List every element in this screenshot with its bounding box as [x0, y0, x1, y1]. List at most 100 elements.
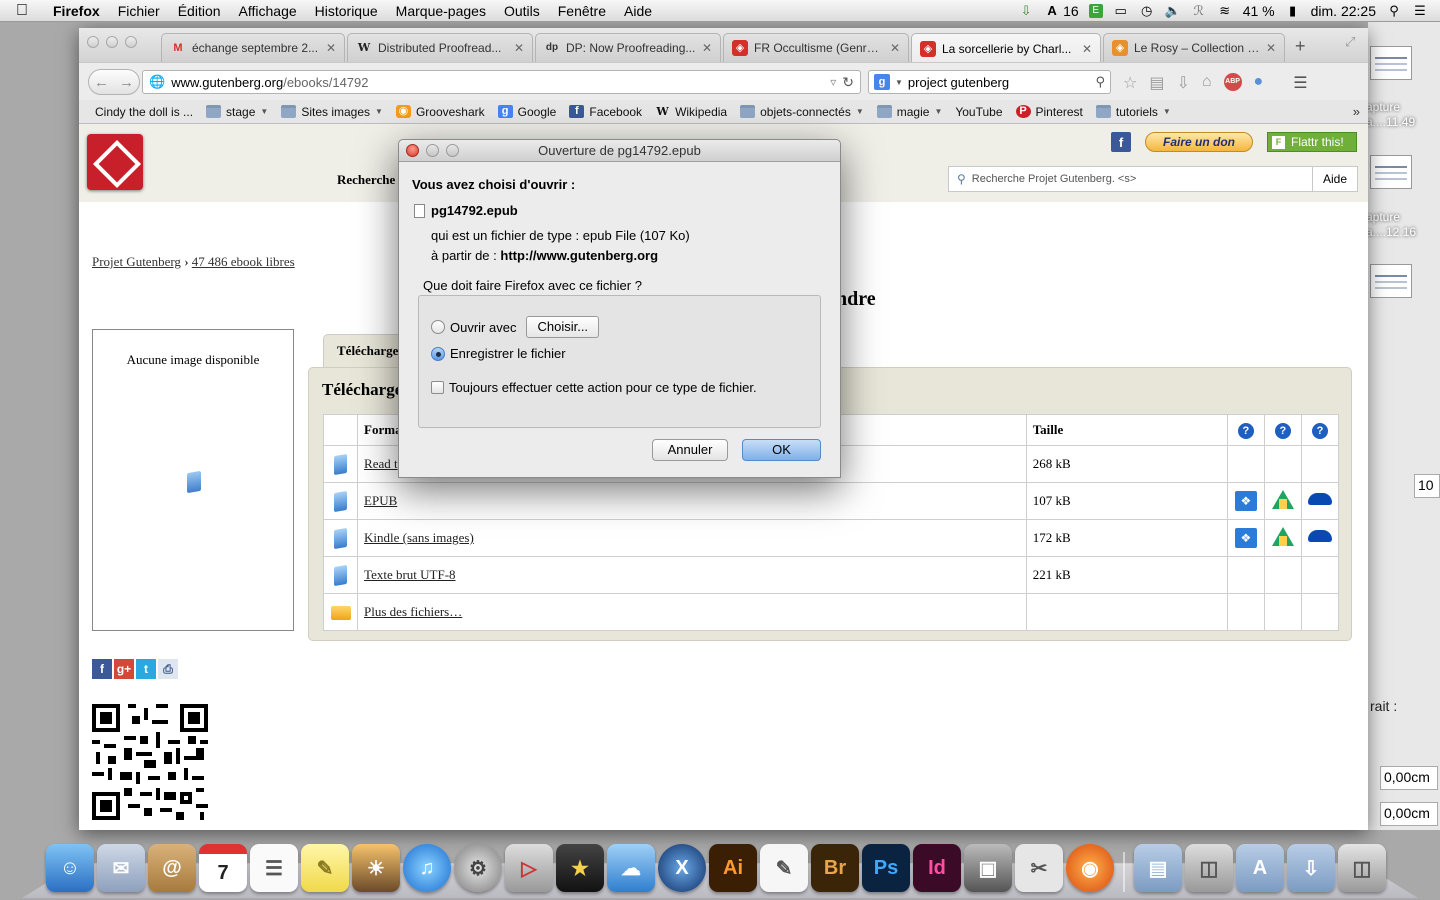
fullscreen-icon[interactable]: ⤢ — [1345, 34, 1355, 50]
onedrive-icon[interactable] — [1307, 493, 1332, 505]
bookmark-folder[interactable]: magie ▼ — [871, 105, 950, 119]
save-file-option[interactable]: Enregistrer le fichier — [431, 346, 566, 361]
site-search-input[interactable]: Recherche Projet Gutenberg. <s> — [972, 173, 1312, 185]
battery-icon[interactable]: ▮ — [1285, 4, 1301, 18]
format-link[interactable]: Texte brut UTF-8 — [364, 567, 456, 582]
always-do-option[interactable]: Toujours effectuer cette action pour ce … — [431, 380, 757, 395]
tab-dp-proofreading[interactable]: dp DP: Now Proofreading... ✕ — [535, 33, 721, 62]
battery-percent[interactable]: 41 % — [1243, 3, 1275, 19]
contacts-icon[interactable]: @ — [148, 844, 196, 892]
close-tab-icon[interactable]: ✕ — [890, 41, 900, 55]
tab-gmail[interactable]: M échange septembre 2... ✕ — [161, 33, 345, 62]
applications-icon[interactable]: A — [1236, 844, 1284, 892]
facebook-share-icon[interactable]: f — [92, 659, 112, 679]
close-tab-icon[interactable]: ✕ — [1266, 41, 1276, 55]
iphoto-icon[interactable]: ☀ — [352, 844, 400, 892]
screenshot-thumbnail[interactable] — [1370, 264, 1412, 298]
bookmark-item[interactable]: Cindy the doll is ... — [79, 105, 200, 209]
volume-icon[interactable]: 🔈 — [1165, 4, 1181, 18]
search-label[interactable]: Recherche — [337, 172, 395, 188]
downloads-icon[interactable]: ⇩ — [1176, 73, 1189, 93]
home-icon[interactable]: ⌂ — [1202, 73, 1212, 93]
donate-button[interactable]: Faire un don — [1145, 132, 1253, 152]
always-do-checkbox[interactable] — [431, 381, 444, 394]
open-with-option[interactable]: Ouvrir avec Choisir... — [431, 316, 600, 338]
menu-fichier[interactable]: Fichier — [109, 3, 169, 19]
breadcrumb-home-link[interactable]: Projet Gutenberg — [92, 254, 181, 269]
format-link[interactable]: EPUB — [364, 493, 397, 508]
url-bar[interactable]: 🌐 www.gutenberg.org/ebooks/14792 ▿ ↻ — [142, 70, 861, 94]
gutenberg-logo[interactable] — [87, 134, 143, 190]
new-tab-button[interactable]: + — [1295, 36, 1306, 57]
bridge-icon[interactable]: Br — [811, 844, 859, 892]
search-query[interactable]: project gutenberg — [908, 75, 1091, 90]
onedrive-icon[interactable] — [1307, 530, 1332, 542]
menu-fenetre[interactable]: Fenêtre — [549, 3, 615, 19]
indesign-icon[interactable]: Id — [913, 844, 961, 892]
help-icon[interactable]: ? — [1311, 422, 1328, 439]
close-tab-icon[interactable]: ✕ — [514, 41, 524, 55]
hamburger-menu-icon[interactable]: ☰ — [1293, 73, 1307, 93]
tab-la-sorcellerie[interactable]: ◈ La sorcellerie by Charl... ✕ — [911, 33, 1101, 63]
chevron-more-icon[interactable]: » — [1353, 104, 1360, 119]
measure-field[interactable]: 0,00cm — [1380, 802, 1438, 826]
back-button[interactable]: ← — [89, 74, 114, 91]
font-size-field[interactable]: 10 — [1414, 474, 1440, 498]
clock[interactable]: dim. 22:25 — [1311, 3, 1376, 19]
more-files-link[interactable]: Plus des fichiers… — [364, 604, 462, 619]
bookmark-folder[interactable]: stage ▼ — [200, 105, 275, 119]
dropbox-icon[interactable]: ❖ — [1234, 528, 1257, 548]
photoshop-icon[interactable]: Ps — [862, 844, 910, 892]
bookmark-item[interactable]: g Google — [492, 105, 564, 119]
openoffice-icon[interactable]: ☁ — [607, 844, 655, 892]
system-preferences-icon[interactable]: ⚙ — [454, 844, 502, 892]
bookmark-folder[interactable]: Sites images ▼ — [275, 105, 390, 119]
close-window-button[interactable] — [87, 36, 99, 48]
bookmark-item[interactable]: W Wikipedia — [649, 105, 734, 119]
google-search-engine-icon[interactable]: g — [874, 74, 890, 90]
notes-icon[interactable]: ✎ — [301, 844, 349, 892]
airplay-icon[interactable]: ▭ — [1113, 4, 1129, 18]
dropbox-icon[interactable]: ❖ — [1234, 491, 1257, 511]
bookmark-item[interactable]: YouTube — [79, 105, 1009, 209]
measure-field[interactable]: 0,00cm — [1380, 766, 1438, 790]
search-icon[interactable]: ⚲ — [1095, 74, 1105, 90]
google-drive-icon[interactable] — [1271, 489, 1294, 509]
ok-button[interactable]: OK — [742, 439, 821, 461]
open-with-radio[interactable] — [431, 320, 445, 334]
time-machine-icon[interactable]: ◷ — [1139, 4, 1155, 18]
facebook-icon[interactable]: f — [1111, 132, 1131, 152]
textedit-icon[interactable]: ✎ — [760, 844, 808, 892]
bookmark-folder[interactable]: objets-connectés ▼ — [734, 105, 871, 119]
google-plus-icon[interactable]: g+ — [114, 659, 134, 679]
dropdown-arrow-icon[interactable]: ▿ — [830, 75, 836, 89]
close-dialog-button[interactable] — [406, 144, 419, 157]
minimize-window-button[interactable] — [106, 36, 118, 48]
google-drive-icon[interactable] — [1271, 526, 1294, 546]
itunes-icon[interactable]: ♫ — [403, 844, 451, 892]
bookmark-folder[interactable]: tutoriels ▼ — [1090, 105, 1178, 119]
close-tab-icon[interactable]: ✕ — [702, 41, 712, 55]
apple-icon[interactable]:  — [0, 2, 44, 20]
bluetooth-icon[interactable]: ℛ — [1191, 4, 1207, 18]
adobe-updates[interactable]: A 16 — [1044, 3, 1078, 19]
menu-historique[interactable]: Historique — [306, 3, 387, 19]
tab-occultisme[interactable]: ◈ FR Occultisme (Genre)... ✕ — [723, 33, 909, 62]
menu-marque-pages[interactable]: Marque-pages — [387, 3, 495, 19]
flattr-button[interactable]: F Flattr this! — [1267, 132, 1357, 152]
forward-button[interactable]: → — [114, 74, 139, 91]
twitter-icon[interactable]: t — [136, 659, 156, 679]
adblock-icon[interactable]: ABP — [1223, 73, 1242, 91]
save-file-radio[interactable] — [431, 346, 445, 361]
search-bar[interactable]: g ▼ project gutenberg ⚲ — [868, 70, 1111, 94]
illustrator-icon[interactable]: Ai — [709, 844, 757, 892]
menu-outils[interactable]: Outils — [495, 3, 549, 19]
close-tab-icon[interactable]: ✕ — [326, 41, 336, 55]
close-tab-icon[interactable]: ✕ — [1082, 42, 1092, 56]
screenshot-icon[interactable]: ▣ — [964, 844, 1012, 892]
screenshot-thumbnail[interactable] — [1370, 155, 1412, 189]
x11-icon[interactable]: X — [658, 844, 706, 892]
bookmark-item[interactable]: P Pinterest — [1010, 105, 1090, 119]
firefox-icon[interactable]: ◉ — [1066, 844, 1114, 892]
choose-app-button[interactable]: Choisir... — [526, 316, 600, 338]
